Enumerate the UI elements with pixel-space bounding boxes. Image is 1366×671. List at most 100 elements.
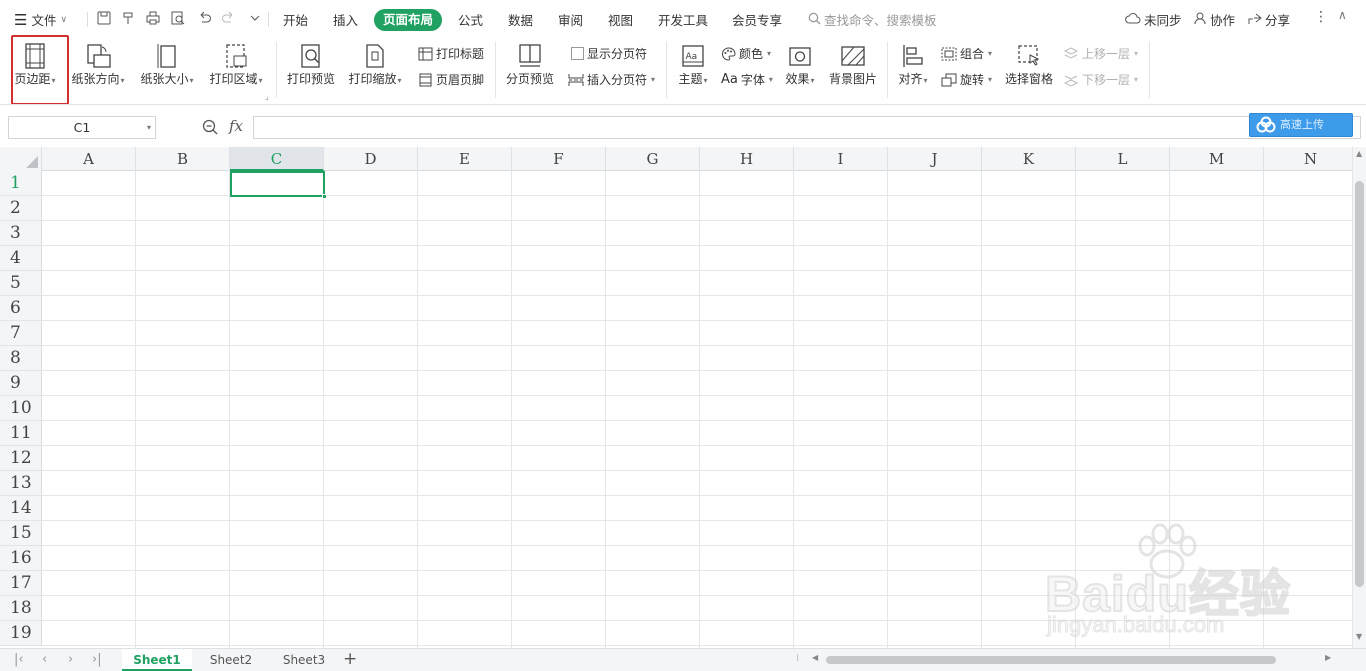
- column-header-n[interactable]: N: [1264, 147, 1352, 171]
- row-header-4[interactable]: 4: [0, 246, 42, 271]
- customize-dropdown-icon[interactable]: [248, 11, 262, 25]
- redo-icon[interactable]: [222, 11, 236, 25]
- name-box[interactable]: C1 ▾: [8, 116, 156, 139]
- column-header-g[interactable]: G: [606, 147, 700, 171]
- sheet-tab-sheet3[interactable]: Sheet3: [270, 649, 338, 671]
- row-header-9[interactable]: 9: [0, 371, 42, 396]
- group-button[interactable]: 组合 ▾: [941, 45, 992, 62]
- vertical-scroll-thumb[interactable]: [1355, 181, 1364, 587]
- first-sheet-icon[interactable]: |‹: [14, 652, 24, 667]
- print-icon[interactable]: [146, 11, 160, 25]
- format-painter-icon[interactable]: [121, 11, 135, 25]
- file-menu[interactable]: ☰ 文件 ∨: [14, 10, 67, 29]
- bring-forward-button[interactable]: 上移一层 ▾: [1063, 45, 1138, 62]
- row-header-3[interactable]: 3: [0, 221, 42, 246]
- prev-sheet-icon[interactable]: ‹: [42, 652, 47, 667]
- next-sheet-icon[interactable]: ›: [68, 652, 73, 667]
- tab-formulas[interactable]: 公式: [458, 10, 483, 29]
- background-image-button[interactable]: 背景图片: [827, 42, 879, 87]
- tab-home[interactable]: 开始: [283, 10, 308, 29]
- tab-data[interactable]: 数据: [508, 10, 533, 29]
- tab-insert[interactable]: 插入: [333, 10, 358, 29]
- row-header-7[interactable]: 7: [0, 321, 42, 346]
- column-header-d[interactable]: D: [324, 147, 418, 171]
- tab-developer[interactable]: 开发工具: [658, 10, 708, 29]
- column-header-c[interactable]: C: [230, 147, 324, 171]
- share-button[interactable]: 分享: [1248, 10, 1290, 29]
- page-setup-launcher-icon[interactable]: ⌟: [265, 92, 269, 101]
- column-header-k[interactable]: K: [982, 147, 1076, 171]
- print-scale-button[interactable]: 打印缩放▾: [345, 42, 405, 87]
- column-header-a[interactable]: A: [42, 147, 136, 171]
- selected-cell[interactable]: [230, 171, 327, 199]
- splitter-icon[interactable]: ⁞: [796, 653, 799, 664]
- theme-button[interactable]: Aa 主题▾: [675, 42, 711, 87]
- column-header-m[interactable]: M: [1170, 147, 1264, 171]
- scroll-right-icon[interactable]: ▶: [1325, 653, 1331, 662]
- vertical-scrollbar[interactable]: ▲ ▼: [1352, 147, 1366, 648]
- row-header-5[interactable]: 5: [0, 271, 42, 296]
- page-break-preview-button[interactable]: 分页预览: [504, 42, 556, 87]
- more-icon[interactable]: ⋮: [1314, 9, 1328, 25]
- collab-button[interactable]: 协作: [1194, 10, 1235, 29]
- row-header-19[interactable]: 19: [0, 621, 42, 646]
- column-header-j[interactable]: J: [888, 147, 982, 171]
- show-page-breaks-checkbox[interactable]: 显示分页符: [571, 45, 647, 62]
- row-header-14[interactable]: 14: [0, 496, 42, 521]
- search-box[interactable]: 查找命令、搜索模板: [808, 10, 937, 29]
- row-header-11[interactable]: 11: [0, 421, 42, 446]
- column-header-f[interactable]: F: [512, 147, 606, 171]
- zoom-icon[interactable]: [202, 119, 218, 138]
- horizontal-scrollbar[interactable]: ◀ ▶: [810, 653, 1338, 666]
- tab-review[interactable]: 审阅: [558, 10, 583, 29]
- orientation-button[interactable]: 纸张方向▾: [69, 42, 127, 87]
- tab-member[interactable]: 会员专享: [732, 10, 782, 29]
- sheet-tab-sheet1[interactable]: Sheet1: [122, 649, 192, 671]
- rotate-button[interactable]: 旋转 ▾: [941, 71, 992, 88]
- upload-button[interactable]: 高速上传: [1249, 113, 1353, 137]
- row-header-2[interactable]: 2: [0, 196, 42, 221]
- header-footer-button[interactable]: 页眉页脚: [418, 71, 484, 88]
- send-backward-button[interactable]: 下移一层 ▾: [1063, 71, 1138, 88]
- row-header-12[interactable]: 12: [0, 446, 42, 471]
- scroll-left-icon[interactable]: ◀: [812, 653, 818, 662]
- undo-icon[interactable]: [197, 11, 211, 25]
- select-all-corner[interactable]: [0, 147, 42, 171]
- fill-handle[interactable]: [322, 194, 327, 199]
- tab-view[interactable]: 视图: [608, 10, 633, 29]
- selection-pane-button[interactable]: 选择窗格: [1003, 42, 1055, 87]
- row-header-17[interactable]: 17: [0, 571, 42, 596]
- sheet-tab-sheet2[interactable]: Sheet2: [197, 649, 265, 671]
- sync-status[interactable]: 未同步: [1125, 10, 1182, 29]
- effects-button[interactable]: 效果▾: [782, 42, 818, 87]
- row-header-18[interactable]: 18: [0, 596, 42, 621]
- row-header-15[interactable]: 15: [0, 521, 42, 546]
- row-header-16[interactable]: 16: [0, 546, 42, 571]
- print-preview-button[interactable]: 打印预览: [285, 42, 337, 87]
- column-header-i[interactable]: I: [794, 147, 888, 171]
- print-preview-icon[interactable]: [171, 11, 185, 25]
- scroll-down-icon[interactable]: ▼: [1356, 632, 1362, 641]
- column-header-h[interactable]: H: [700, 147, 794, 171]
- row-header-1[interactable]: 1: [0, 171, 42, 196]
- column-header-e[interactable]: E: [418, 147, 512, 171]
- fx-icon[interactable]: fx: [229, 117, 243, 135]
- print-area-button[interactable]: 打印区域▾: [207, 42, 265, 87]
- paper-size-button[interactable]: 纸张大小▾: [138, 42, 196, 87]
- cells-area[interactable]: [42, 171, 1352, 648]
- row-header-10[interactable]: 10: [0, 396, 42, 421]
- row-header-13[interactable]: 13: [0, 471, 42, 496]
- print-titles-button[interactable]: 打印标题: [418, 45, 484, 62]
- collapse-ribbon-icon[interactable]: ∧: [1338, 8, 1347, 22]
- align-button[interactable]: 对齐▾: [895, 42, 931, 87]
- spreadsheet-grid[interactable]: ABCDEFGHIJKLMN 1 2 3 4 5 6 7 8 9 10 11 12 13 14 15 16 17…: [0, 147, 1352, 648]
- formula-input[interactable]: [253, 116, 1361, 139]
- row-header-6[interactable]: 6: [0, 296, 42, 321]
- tab-page-layout[interactable]: 页面布局: [374, 9, 442, 31]
- add-sheet-icon[interactable]: +: [343, 649, 357, 669]
- scroll-up-icon[interactable]: ▲: [1356, 149, 1362, 158]
- row-header-8[interactable]: 8: [0, 346, 42, 371]
- horizontal-scroll-thumb[interactable]: [826, 656, 1276, 664]
- save-icon[interactable]: [97, 11, 111, 25]
- colors-button[interactable]: 颜色 ▾: [721, 45, 771, 62]
